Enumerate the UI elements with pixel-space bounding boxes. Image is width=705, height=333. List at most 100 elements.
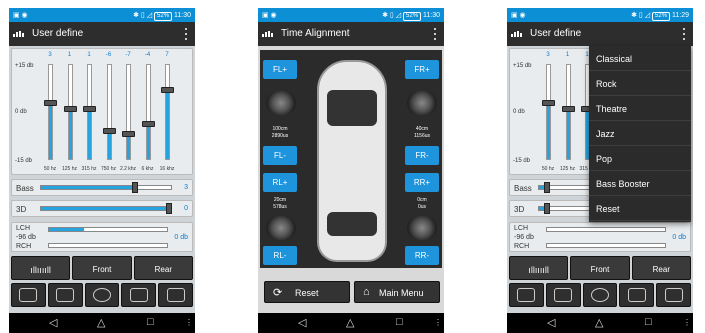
3d-slider-knob[interactable]: [544, 203, 550, 214]
eq-preset-button[interactable]: ıllııııll: [509, 256, 569, 280]
band-slider-knob[interactable]: [141, 121, 155, 128]
rl-plus-button[interactable]: RL+: [263, 173, 297, 192]
front-button[interactable]: Front: [72, 256, 132, 280]
nav-back-icon[interactable]: ◁: [547, 316, 555, 329]
band-slider-knob[interactable]: [63, 106, 77, 113]
clock: 11:30: [423, 12, 440, 19]
fl-minus-button[interactable]: FL-: [263, 146, 297, 165]
rear-button[interactable]: Rear: [133, 256, 193, 280]
preset-menu-item[interactable]: Theatre: [589, 96, 691, 121]
fr-minus-button[interactable]: FR-: [405, 146, 439, 165]
nav-back-icon[interactable]: ◁: [298, 316, 306, 329]
band-slider[interactable]: [83, 64, 96, 160]
nav-recents-icon[interactable]: □: [396, 316, 403, 328]
nav-home-icon[interactable]: △: [346, 316, 354, 329]
back-arrow-icon[interactable]: [656, 283, 691, 307]
preset-menu-item[interactable]: Rock: [589, 71, 691, 96]
db-max-label: +15 db: [15, 63, 34, 69]
rear-button[interactable]: Rear: [631, 256, 691, 280]
db-min-label: -15 db: [513, 158, 531, 164]
main-menu-button[interactable]: ⌂ Main Menu: [354, 281, 440, 303]
nav-home-icon[interactable]: △: [595, 316, 603, 329]
rch-label: RCH: [16, 243, 32, 250]
fr-plus-button[interactable]: FR+: [405, 60, 439, 79]
band-slider[interactable]: [141, 64, 155, 160]
preset-menu-item[interactable]: Jazz: [589, 121, 691, 146]
band-slider[interactable]: [561, 64, 575, 160]
settings-gear-icon[interactable]: [582, 283, 618, 307]
band-value-label: -6: [105, 52, 112, 58]
bass-slider[interactable]: [40, 185, 172, 190]
rch-slider[interactable]: [48, 243, 168, 248]
speaker-fl-icon: [266, 90, 296, 116]
overflow-menu-icon[interactable]: [183, 28, 189, 40]
band-slider[interactable]: [102, 64, 116, 160]
band-value-label: 7: [165, 52, 169, 58]
band-slider-knob[interactable]: [83, 106, 96, 113]
preset-menu-item[interactable]: Classical: [589, 46, 691, 71]
eq-preset-menu-screen: ▣ ◉ ✱ ▯ ◿ 52% 11:29 User define +15 db 0…: [507, 8, 693, 333]
band-slider[interactable]: [44, 64, 57, 160]
lch-slider[interactable]: [546, 227, 666, 232]
rear-label: Rear: [652, 265, 670, 274]
fr-distance: 40cm 1156us: [413, 126, 431, 139]
system-nav-bar: ◁ △ □ ⋮: [258, 313, 444, 333]
nav-more-icon[interactable]: ⋮: [185, 318, 193, 327]
rl-distance: 20cm 578us: [273, 197, 287, 210]
band-slider-knob[interactable]: [102, 127, 116, 134]
lch-slider[interactable]: [48, 227, 168, 232]
nav-more-icon[interactable]: ⋮: [683, 318, 691, 327]
band-slider[interactable]: [122, 64, 135, 160]
band-slider-knob[interactable]: [122, 130, 135, 137]
bass-slider-knob[interactable]: [131, 182, 138, 193]
download-icon[interactable]: [121, 283, 157, 307]
input-source-icon[interactable]: [11, 283, 46, 307]
lch-label: LCH: [514, 225, 529, 232]
preset-menu-item[interactable]: Reset: [589, 196, 691, 221]
settings-gear-icon[interactable]: [84, 283, 120, 307]
rl-minus-button[interactable]: RL-: [263, 246, 297, 265]
band-slider-knob[interactable]: [44, 99, 57, 106]
nav-recents-icon[interactable]: □: [147, 316, 154, 328]
app-bar: Time Alignment: [258, 22, 444, 46]
nav-back-icon[interactable]: ◁: [49, 316, 57, 329]
db-max-label: +15 db: [513, 63, 532, 69]
eq-preset-button[interactable]: ıllııııll: [11, 256, 71, 280]
band-slider[interactable]: [161, 64, 174, 160]
bass-row: Bass 3: [11, 179, 193, 196]
nav-home-icon[interactable]: △: [97, 316, 105, 329]
overflow-menu-icon[interactable]: [432, 28, 438, 40]
band-slider-knob[interactable]: [542, 99, 555, 106]
back-arrow-icon[interactable]: [158, 283, 193, 307]
preset-menu-item-label: Reset: [596, 204, 620, 214]
input-source-icon[interactable]: [509, 283, 544, 307]
band-slider-knob[interactable]: [161, 87, 174, 94]
band-slider[interactable]: [542, 64, 555, 160]
band-frequency-label: 315 hz: [81, 166, 97, 172]
fl-plus-button[interactable]: FL+: [263, 60, 297, 79]
waveform-icon[interactable]: [545, 283, 581, 307]
nav-more-icon[interactable]: ⋮: [434, 318, 442, 327]
nav-recents-icon[interactable]: □: [645, 316, 652, 328]
clock: 11:30: [174, 12, 191, 19]
band-frequency-label: 750 hz: [100, 166, 116, 172]
front-button[interactable]: Front: [570, 256, 630, 280]
rr-minus-button[interactable]: RR-: [405, 246, 439, 265]
3d-slider[interactable]: [40, 206, 172, 211]
band-slider-knob[interactable]: [561, 106, 575, 113]
preset-menu-item[interactable]: Bass Booster: [589, 171, 691, 196]
waveform-icon[interactable]: [47, 283, 83, 307]
3d-label: 3D: [514, 205, 525, 214]
3d-slider-knob[interactable]: [166, 203, 172, 214]
preset-menu-item[interactable]: Pop: [589, 146, 691, 171]
speaker-select-row: ıllııııll Front Rear: [509, 256, 691, 280]
band-value-label: 3: [48, 52, 52, 58]
band-slider[interactable]: [63, 64, 77, 160]
rr-plus-button[interactable]: RR+: [405, 173, 439, 192]
rch-slider[interactable]: [546, 243, 666, 248]
reset-button[interactable]: ⟳ Reset: [264, 281, 350, 303]
overflow-menu-icon[interactable]: [681, 28, 687, 40]
download-icon[interactable]: [619, 283, 655, 307]
bass-slider-knob[interactable]: [544, 182, 550, 193]
preset-menu-item-label: Classical: [596, 54, 633, 64]
